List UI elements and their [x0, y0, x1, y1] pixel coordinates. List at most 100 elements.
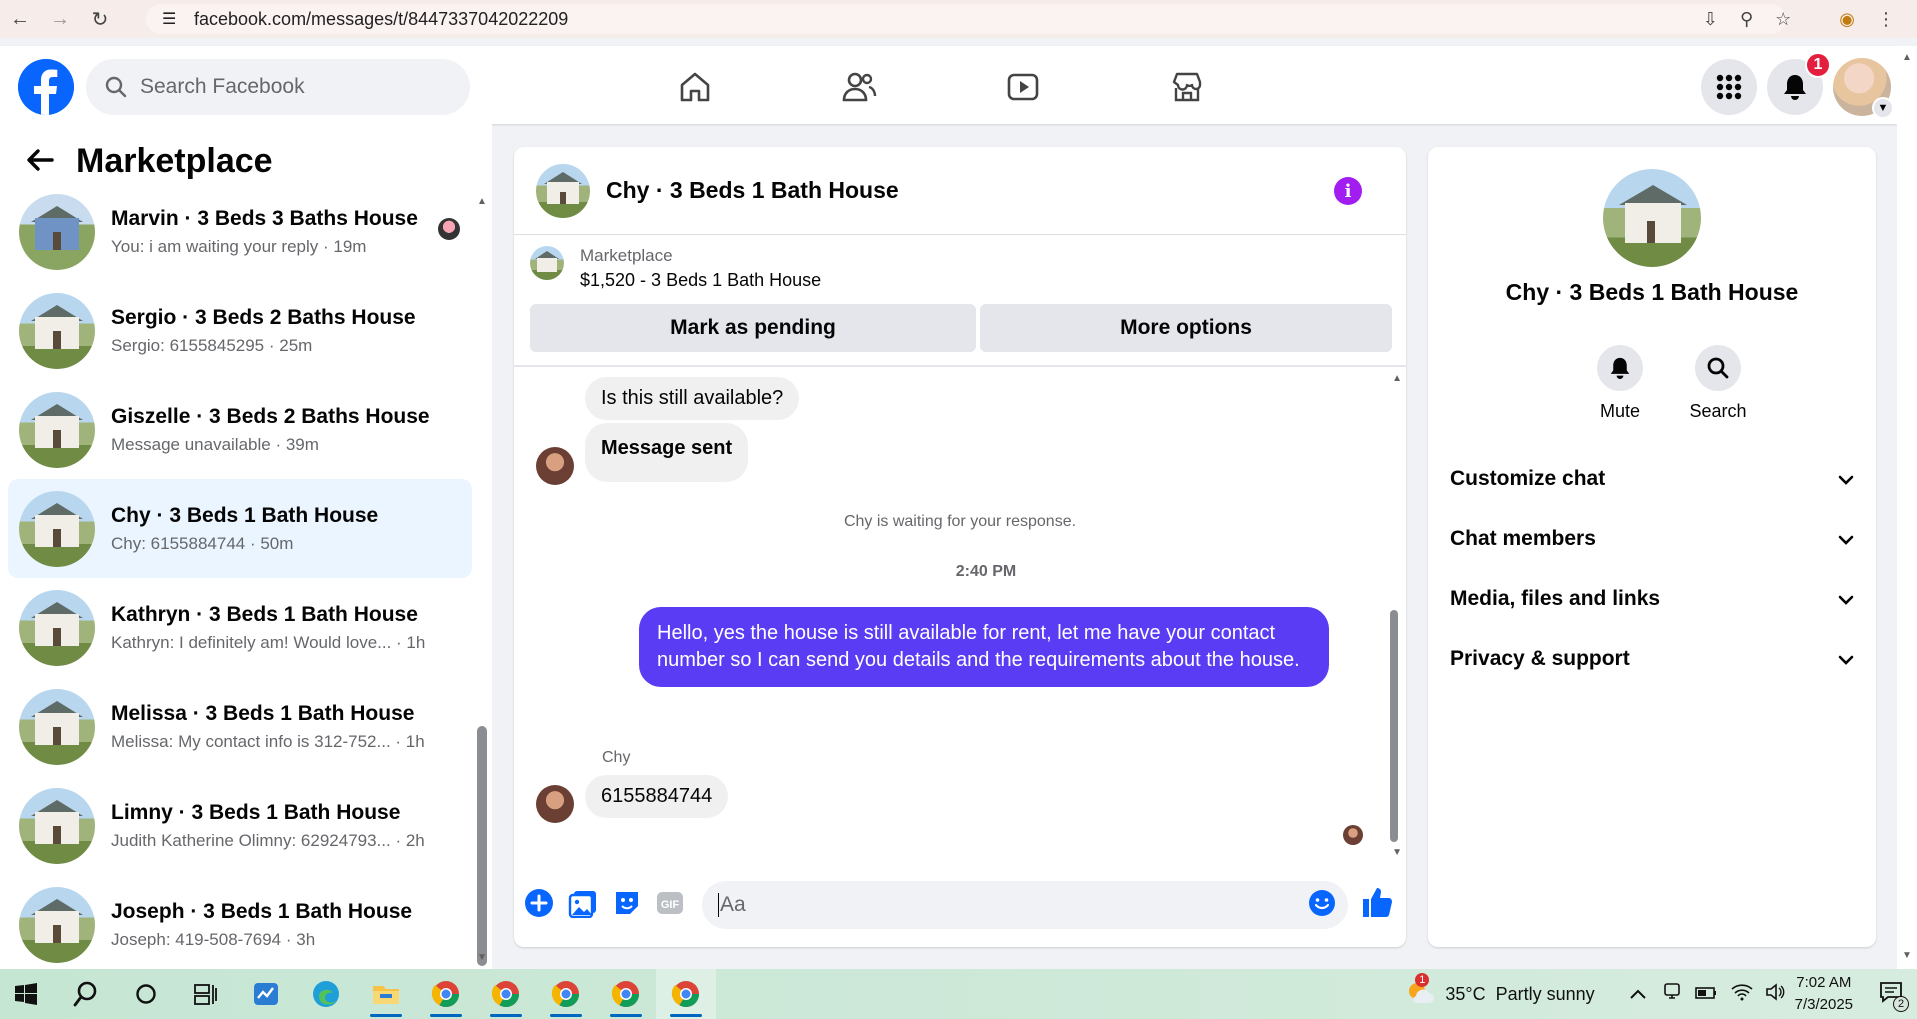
home-icon[interactable] [660, 62, 730, 112]
chat-scroll-down[interactable]: ▼ [1392, 847, 1402, 858]
emoji-icon[interactable] [1307, 888, 1337, 918]
section-label: Privacy & support [1450, 647, 1630, 670]
waiting-notice: Chy is waiting for your response. [843, 513, 1077, 530]
facebook-f-icon [18, 59, 74, 115]
chrome-window-5-icon[interactable] [656, 969, 716, 1019]
marketplace-icon[interactable] [1152, 62, 1222, 112]
gif-icon[interactable]: GIF [655, 888, 685, 918]
conversation-kathryn[interactable]: Kathryn · 3 Beds 1 Bath House Kathryn: I… [8, 578, 472, 677]
chevron-up-icon[interactable] [1629, 984, 1647, 1005]
menu-grid-icon[interactable] [1701, 59, 1757, 115]
chat-members-section[interactable]: Chat members [1450, 516, 1854, 562]
file-explorer-icon[interactable] [356, 969, 416, 1019]
listing-thumbnail [19, 886, 95, 963]
details-avatar[interactable] [1603, 169, 1701, 267]
plus-icon[interactable] [524, 888, 554, 918]
listing-card[interactable]: Marketplace $1,520 - 3 Beds 1 Bath House [530, 246, 821, 291]
task-view-icon[interactable] [176, 969, 236, 1019]
media-files-links-section[interactable]: Media, files and links [1450, 576, 1854, 622]
photo-icon[interactable] [568, 888, 598, 918]
notification-center-icon[interactable]: 2 [1879, 981, 1909, 1012]
message-bubble[interactable]: 6155884744 [585, 775, 729, 818]
search-input[interactable]: Search Facebook [86, 59, 470, 115]
chat-header: Chy · 3 Beds 1 Bath House i [514, 147, 1406, 235]
notification-badge: 1 [1805, 52, 1831, 78]
customize-chat-section[interactable]: Customize chat [1450, 456, 1854, 502]
sidebar-scroll-down[interactable]: ▼ [477, 952, 487, 963]
conversation-name: Sergio · 3 Beds 2 Baths House [111, 305, 416, 329]
message-bubble[interactable]: Message sent [585, 423, 749, 482]
profile-icon[interactable]: ◉ [1839, 9, 1855, 30]
conversation-giszelle[interactable]: Giszelle · 3 Beds 2 Baths House Message … [8, 380, 472, 479]
edge-browser-icon[interactable] [296, 969, 356, 1019]
bell-icon [1610, 357, 1630, 379]
chrome-window-1-icon[interactable] [416, 969, 476, 1019]
marketplace-sidebar: Marketplace Marvin · 3 Beds 3 Baths Hous… [0, 124, 492, 969]
back-icon[interactable]: ← [0, 0, 40, 38]
conversation-melissa[interactable]: Melissa · 3 Beds 1 Bath House Melissa: M… [8, 677, 472, 776]
conversation-sergio[interactable]: Sergio · 3 Beds 2 Baths House Sergio: 61… [8, 281, 472, 380]
clock[interactable]: 7:02 AM 7/3/2025 [1795, 972, 1853, 1016]
listing-thumbnail [19, 688, 95, 765]
wifi-icon[interactable] [1731, 983, 1753, 1006]
chat-title[interactable]: Chy · 3 Beds 1 Bath House [606, 177, 899, 204]
weather-icon[interactable]: 1 [1405, 972, 1435, 1010]
menu-icon[interactable]: ⋮ [1877, 9, 1895, 30]
whiteboard-app-icon[interactable] [236, 969, 296, 1019]
search-icon[interactable] [56, 969, 116, 1019]
cortana-icon[interactable] [116, 969, 176, 1019]
bookmark-star-icon[interactable]: ☆ [1775, 9, 1791, 30]
conversation-chy[interactable]: Chy · 3 Beds 1 Bath House Chy: 615588474… [8, 479, 472, 578]
facebook-header: Search Facebook 1 ▼ [0, 46, 1897, 124]
windows-start-icon[interactable] [0, 969, 56, 1019]
message-bubble[interactable]: Is this still available? [585, 377, 800, 420]
battery-icon[interactable] [1694, 984, 1717, 1005]
weather-text[interactable]: 35°C Partly sunny [1445, 984, 1594, 1005]
facebook-logo[interactable] [18, 59, 74, 115]
forward-icon[interactable]: → [40, 0, 80, 38]
composer-placeholder: Aa [720, 893, 746, 916]
chrome-window-4-icon[interactable] [596, 969, 656, 1019]
account-avatar[interactable]: ▼ [1833, 58, 1894, 119]
volume-icon[interactable] [1765, 982, 1785, 1006]
info-icon[interactable]: i [1334, 177, 1362, 205]
chat-avatar[interactable] [536, 163, 590, 218]
site-info-icon[interactable]: ☰ [162, 9, 176, 29]
thumbs-up-icon[interactable] [1361, 885, 1393, 919]
contact-avatar[interactable] [536, 447, 574, 485]
chrome-window-3-icon[interactable] [536, 969, 596, 1019]
listing-thumbnail [19, 391, 95, 468]
privacy-support-section[interactable]: Privacy & support [1450, 636, 1854, 682]
conversation-name: Limny · 3 Beds 1 Bath House [111, 800, 401, 824]
sidebar-scrollbar[interactable] [477, 726, 487, 966]
conversation-joseph[interactable]: Joseph · 3 Beds 1 Bath House Joseph: 419… [8, 875, 472, 974]
chat-scroll-up[interactable]: ▲ [1392, 373, 1402, 384]
search-conversation-button[interactable]: Search [1678, 345, 1758, 422]
watch-icon[interactable] [988, 62, 1058, 112]
conversation-name: Melissa · 3 Beds 1 Bath House [111, 701, 415, 725]
install-icon[interactable]: ⇩ [1703, 9, 1718, 30]
back-arrow-icon[interactable] [26, 142, 54, 181]
conversation-limny[interactable]: Limny · 3 Beds 1 Bath House Judith Kathe… [8, 776, 472, 875]
friends-icon[interactable] [824, 62, 894, 112]
notifications-button[interactable]: 1 [1767, 52, 1831, 115]
mute-button[interactable]: Mute [1580, 345, 1660, 422]
meet-now-icon[interactable] [1663, 982, 1681, 1007]
reload-icon[interactable]: ↻ [80, 0, 120, 38]
conversation-preview: Judith Katherine Olimny: 62924793... · 2… [111, 830, 425, 850]
address-bar[interactable]: ☰ facebook.com/messages/t/84473370420222… [146, 4, 1786, 34]
message-bubble-outgoing[interactable]: Hello, yes the house is still available … [639, 607, 1329, 687]
zoom-icon[interactable]: ⚲ [1740, 9, 1753, 30]
page-scroll-up[interactable]: ▲ [1902, 52, 1912, 63]
chrome-window-2-icon[interactable] [476, 969, 536, 1019]
contact-avatar[interactable] [536, 785, 574, 823]
message-input[interactable]: Aa [702, 881, 1348, 929]
page-scrollbar[interactable]: ▲ ▼ [1897, 46, 1917, 969]
sticker-icon[interactable] [612, 888, 642, 918]
sidebar-scroll-up[interactable]: ▲ [477, 196, 487, 207]
page-scroll-down[interactable]: ▼ [1902, 950, 1912, 961]
conversation-marvin[interactable]: Marvin · 3 Beds 3 Baths House You: i am … [8, 182, 472, 281]
more-options-button[interactable]: More options [980, 304, 1392, 352]
mark-as-pending-button[interactable]: Mark as pending [530, 304, 976, 352]
chat-scrollbar[interactable] [1390, 610, 1398, 842]
